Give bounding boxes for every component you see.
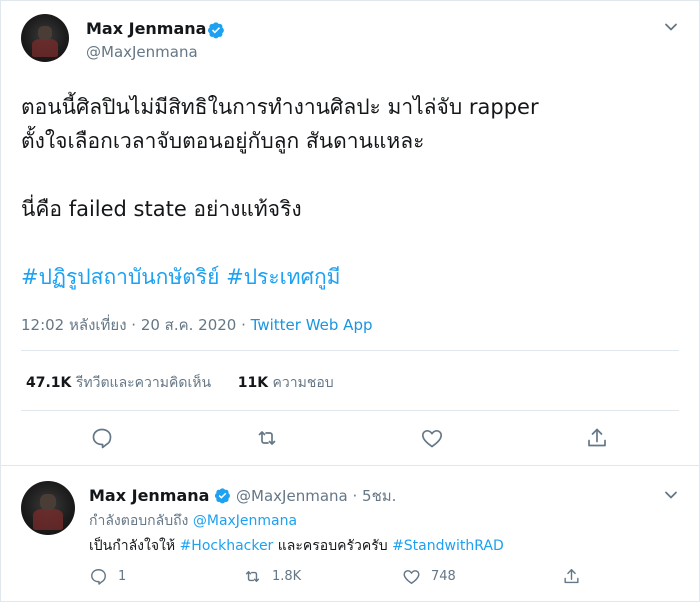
reply-reply-button[interactable]: 1: [89, 566, 126, 586]
share-icon: [588, 428, 606, 447]
hashtag-link[interactable]: #ประเทศกูมี: [226, 265, 340, 289]
like-button[interactable]: [420, 426, 444, 450]
chevron-down-icon[interactable]: [664, 20, 678, 34]
reply-text: เป็นกำลังใจให้ #Hockhacker และครอบครัวคร…: [89, 538, 504, 554]
comment-icon: [91, 568, 106, 585]
heart-icon: [421, 429, 443, 448]
hashtag-link[interactable]: #ปฏิรูปสถาบันกษัตริย์: [21, 265, 219, 289]
verified-badge-icon: [207, 22, 224, 39]
reply-like-button[interactable]: 748: [402, 566, 456, 586]
retweet-button[interactable]: [255, 426, 279, 450]
engagement-stats: 47.1K รีทวีตและความคิดเห็น 11K ความชอบ: [26, 372, 334, 394]
chevron-down-icon[interactable]: [664, 488, 678, 502]
reply-button[interactable]: [90, 426, 114, 450]
tweet-timestamp[interactable]: 12:02 หลังเที่ยง · 20 ส.ค. 2020 ·: [21, 316, 251, 334]
tweet-hashtags: #ปฏิรูปสถาบันกษัตริย์ #ประเทศกูมี: [21, 260, 341, 294]
retweet-count: 1.8K: [272, 568, 302, 584]
reply-header: Max Jenmana @MaxJenmana · 5ชม.: [89, 484, 396, 508]
share-button[interactable]: [585, 426, 609, 450]
retweet-icon: [245, 570, 260, 582]
tweet-text-line-1: ตอนนี้ศิลปินไม่มีสิทธิในการทำงานศิลปะ มา…: [21, 95, 539, 119]
like-count: 748: [431, 568, 456, 584]
retweets-stat[interactable]: 47.1K รีทวีตและความคิดเห็น: [26, 375, 211, 391]
replying-to: กำลังตอบกลับถึง @MaxJenmana: [89, 513, 298, 529]
hashtag-link[interactable]: #StandwithRAD: [392, 538, 504, 554]
heart-icon: [403, 569, 420, 584]
share-icon: [564, 568, 579, 583]
tweet-text-line-2: ตั้งใจเลือกเวลาจับตอนอยู่กับลูก สันดานแห…: [21, 129, 425, 153]
comment-icon: [92, 428, 112, 449]
reply-count: 1: [118, 568, 127, 584]
divider: [21, 350, 679, 351]
reply-time[interactable]: · 5ชม.: [353, 487, 397, 505]
author-name[interactable]: Max Jenmana: [86, 19, 206, 38]
tweet-metadata: 12:02 หลังเที่ยง · 20 ส.ค. 2020 · Twitte…: [21, 313, 373, 337]
reply-author-handle[interactable]: @MaxJenmana: [236, 487, 348, 505]
reply-retweet-button[interactable]: 1.8K: [243, 566, 301, 586]
reply-author-name[interactable]: Max Jenmana: [89, 486, 209, 505]
tweet-separator: [1, 465, 699, 466]
tweet-text-line-3: นี่คือ failed state อย่างแท้จริง: [21, 197, 302, 221]
likes-stat[interactable]: 11K ความชอบ: [238, 375, 334, 391]
reply-author-avatar[interactable]: [21, 481, 75, 535]
divider: [21, 410, 679, 411]
reply-share-button[interactable]: [562, 566, 591, 586]
author-avatar[interactable]: [21, 14, 69, 62]
retweet-icon: [258, 431, 276, 445]
tweet-source-link[interactable]: Twitter Web App: [251, 316, 373, 334]
verified-badge-icon: [215, 488, 231, 504]
author-handle[interactable]: @MaxJenmana: [86, 43, 198, 61]
replying-to-handle[interactable]: @MaxJenmana: [193, 513, 297, 529]
hashtag-link[interactable]: #Hockhacker: [180, 538, 274, 554]
